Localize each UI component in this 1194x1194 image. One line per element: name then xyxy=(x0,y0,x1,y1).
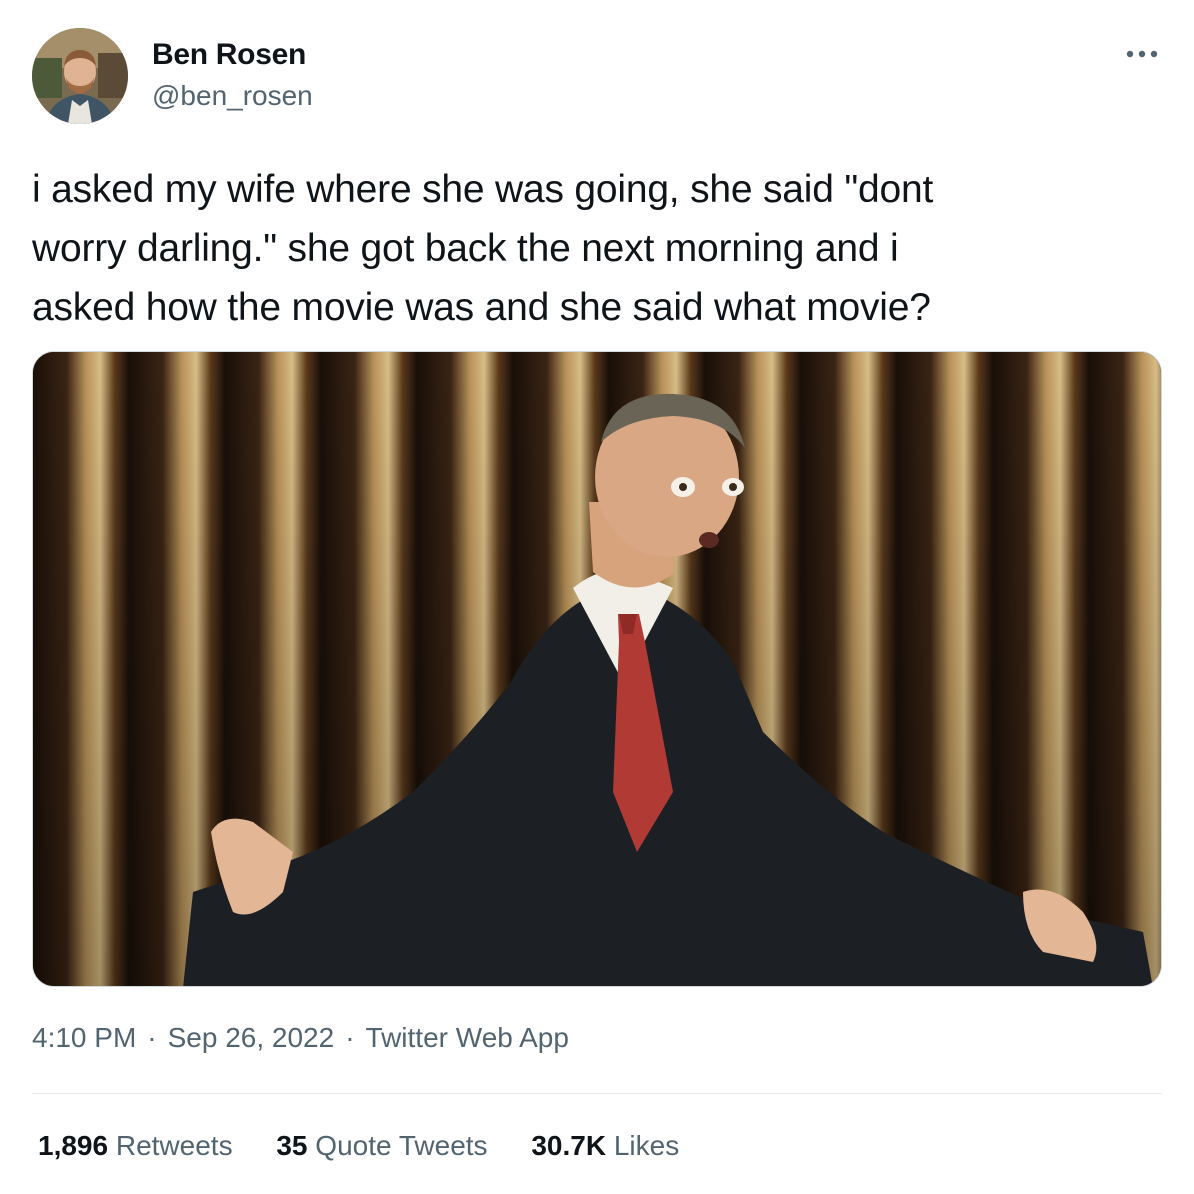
more-options-icon xyxy=(1126,50,1158,58)
quote-tweets-stat[interactable]: 35 Quote Tweets xyxy=(276,1130,487,1162)
retweets-count: 1,896 xyxy=(38,1130,109,1161)
tweet-time[interactable]: 4:10 PM xyxy=(32,1022,136,1054)
retweets-stat[interactable]: 1,896 Retweets xyxy=(38,1130,233,1162)
retweets-label: Retweets xyxy=(115,1130,233,1161)
tweet-date[interactable]: Sep 26, 2022 xyxy=(168,1022,335,1054)
tweet-media-image[interactable] xyxy=(32,351,1162,987)
divider xyxy=(32,1093,1162,1094)
author-handle[interactable]: @ben_rosen xyxy=(152,80,313,112)
avatar-photo xyxy=(32,28,128,124)
tweet-card: Ben Rosen @ben_rosen i asked my wife whe… xyxy=(0,0,1194,1194)
media-photo xyxy=(33,352,1161,986)
more-options-button[interactable] xyxy=(1118,34,1166,74)
tweet-text: i asked my wife where she was going, she… xyxy=(32,168,934,329)
meta-separator: · xyxy=(345,1022,355,1053)
meta-separator: · xyxy=(147,1022,157,1053)
quote-tweets-count: 35 xyxy=(276,1130,308,1161)
likes-label: Likes xyxy=(613,1130,680,1161)
quote-tweets-label: Quote Tweets xyxy=(315,1130,488,1161)
likes-count: 30.7K xyxy=(531,1130,607,1161)
author-avatar[interactable] xyxy=(32,28,128,124)
tweet-stats: 1,896 Retweets 35 Quote Tweets 30.7K Lik… xyxy=(38,1130,715,1162)
likes-stat[interactable]: 30.7K Likes xyxy=(531,1130,679,1162)
tweet-meta: 4:10 PM · Sep 26, 2022 · Twitter Web App xyxy=(32,1022,569,1054)
author-name[interactable]: Ben Rosen xyxy=(152,38,306,72)
tweet-source[interactable]: Twitter Web App xyxy=(366,1022,569,1054)
